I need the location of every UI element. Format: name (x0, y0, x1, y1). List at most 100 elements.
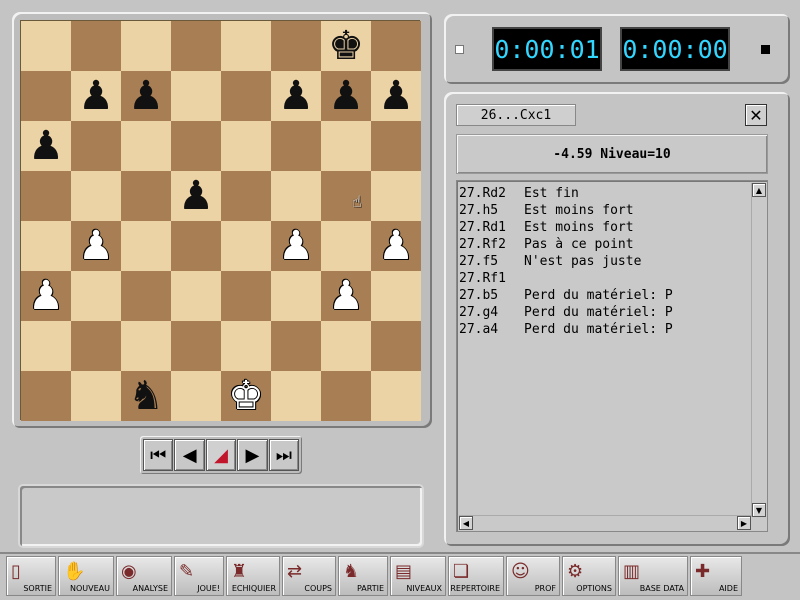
square-h4[interactable]: ♟ (371, 221, 421, 271)
square-a2[interactable] (21, 321, 71, 371)
square-f7[interactable]: ♟ (271, 71, 321, 121)
square-h2[interactable] (371, 321, 421, 371)
chess-board[interactable]: ♚ ♟ ♟ ♟ ♟ ♟ ♟ ♟ ♟ ♟ ♟ ♟ ♟ ♞ ♚ (20, 20, 421, 421)
square-b6[interactable] (71, 121, 121, 171)
list-item[interactable]: 27.Rd1 Est moins fort (459, 219, 751, 236)
square-d4[interactable] (171, 221, 221, 271)
square-h7[interactable]: ♟ (371, 71, 421, 121)
square-e1[interactable]: ♚ (221, 371, 271, 421)
square-a4[interactable] (21, 221, 71, 271)
list-item[interactable]: 27.Rd2 Est fin (459, 185, 751, 202)
black-pawn-icon[interactable]: ♟ (178, 176, 214, 216)
square-d6[interactable] (171, 121, 221, 171)
square-h8[interactable] (371, 21, 421, 71)
next-move-button[interactable]: ▶ (237, 439, 268, 471)
square-g6[interactable] (321, 121, 371, 171)
square-h3[interactable] (371, 271, 421, 321)
square-f8[interactable] (271, 21, 321, 71)
square-h1[interactable] (371, 371, 421, 421)
toolbar-sortie-button[interactable]: ▯ SORTIE (6, 556, 56, 596)
square-a7[interactable] (21, 71, 71, 121)
square-b1[interactable] (71, 371, 121, 421)
list-item[interactable]: 27.Rf2 Pas à ce point (459, 236, 751, 253)
square-a8[interactable] (21, 21, 71, 71)
square-g2[interactable] (321, 321, 371, 371)
list-item[interactable]: 27.Rf1 (459, 270, 751, 287)
square-a6[interactable]: ♟ (21, 121, 71, 171)
toolbar-analyse-button[interactable]: ◉ ANALYSE (116, 556, 172, 596)
square-c4[interactable] (121, 221, 171, 271)
white-pawn-icon[interactable]: ♟ (28, 276, 64, 316)
black-pawn-icon[interactable]: ♟ (328, 76, 364, 116)
square-c1[interactable]: ♞ (121, 371, 171, 421)
toolbar-aide-button[interactable]: ✚ AIDE (690, 556, 742, 596)
black-king-icon[interactable]: ♚ (328, 26, 364, 66)
square-b3[interactable] (71, 271, 121, 321)
square-a1[interactable] (21, 371, 71, 421)
square-h6[interactable] (371, 121, 421, 171)
list-item[interactable]: 27.g4 Perd du matériel: P (459, 304, 751, 321)
square-b8[interactable] (71, 21, 121, 71)
analysis-move-list[interactable]: 27.Rd2 Est fin 27.h5 Est moins fort 27.Rd1 Es… (456, 180, 768, 532)
horizontal-scrollbar[interactable]: ◀ ▶ (459, 515, 751, 530)
black-pawn-icon[interactable]: ♟ (278, 76, 314, 116)
square-e3[interactable] (221, 271, 271, 321)
white-pawn-icon[interactable]: ♟ (278, 226, 314, 266)
square-g4[interactable] (321, 221, 371, 271)
square-f5[interactable] (271, 171, 321, 221)
close-button[interactable]: ✕ (745, 104, 767, 126)
square-b5[interactable] (71, 171, 121, 221)
last-move-tab[interactable]: 26...Cxc1 (456, 104, 576, 126)
black-pawn-icon[interactable]: ♟ (128, 76, 164, 116)
previous-move-button[interactable]: ◀ (174, 439, 205, 471)
square-e5[interactable] (221, 171, 271, 221)
toolbar-nouveau-button[interactable]: ✋ NOUVEAU (58, 556, 114, 596)
toolbar-echiquier-button[interactable]: ♜ ECHIQUIER (226, 556, 280, 596)
square-g1[interactable] (321, 371, 371, 421)
square-d3[interactable] (171, 271, 221, 321)
square-f4[interactable]: ♟ (271, 221, 321, 271)
square-b4[interactable]: ♟ (71, 221, 121, 271)
toolbar-options-button[interactable]: ⚙ OPTIONS (562, 556, 616, 596)
take-back-button[interactable]: ◢ (205, 439, 237, 471)
square-f3[interactable] (271, 271, 321, 321)
square-f6[interactable] (271, 121, 321, 171)
list-item[interactable]: 27.h5 Est moins fort (459, 202, 751, 219)
toolbar-partie-button[interactable]: ♞ PARTIE (338, 556, 388, 596)
square-c7[interactable]: ♟ (121, 71, 171, 121)
square-g8[interactable]: ♚ (321, 21, 371, 71)
first-move-button[interactable]: ⏮ (143, 439, 174, 471)
square-d8[interactable] (171, 21, 221, 71)
list-item[interactable]: 27.a4 Perd du matériel: P (459, 321, 751, 338)
white-pawn-icon[interactable]: ♟ (378, 226, 414, 266)
black-pawn-icon[interactable]: ♟ (378, 76, 414, 116)
black-pawn-icon[interactable]: ♟ (78, 76, 114, 116)
toolbar-joue-button[interactable]: ✎ JOUE! (174, 556, 224, 596)
square-g3[interactable]: ♟ (321, 271, 371, 321)
square-b2[interactable] (71, 321, 121, 371)
black-knight-icon[interactable]: ♞ (128, 376, 164, 416)
toolbar-base-data-button[interactable]: ▥ BASE DATA (618, 556, 688, 596)
square-d1[interactable] (171, 371, 221, 421)
square-c3[interactable] (121, 271, 171, 321)
square-e4[interactable] (221, 221, 271, 271)
square-c6[interactable] (121, 121, 171, 171)
white-pawn-icon[interactable]: ♟ (78, 226, 114, 266)
square-f1[interactable] (271, 371, 321, 421)
square-g7[interactable]: ♟ (321, 71, 371, 121)
vertical-scrollbar[interactable]: ▲ ▼ (751, 183, 766, 517)
list-item[interactable]: 27.b5 Perd du matériel: P (459, 287, 751, 304)
scroll-up-icon[interactable]: ▲ (752, 183, 766, 197)
list-item[interactable]: 27.f5 N'est pas juste (459, 253, 751, 270)
square-b7[interactable]: ♟ (71, 71, 121, 121)
square-e7[interactable] (221, 71, 271, 121)
square-g5[interactable] (321, 171, 371, 221)
white-king-icon[interactable]: ♚ (228, 376, 264, 416)
square-f2[interactable] (271, 321, 321, 371)
square-d5[interactable]: ♟ (171, 171, 221, 221)
square-c5[interactable] (121, 171, 171, 221)
last-move-button[interactable]: ⏭ (268, 439, 300, 471)
square-e8[interactable] (221, 21, 271, 71)
square-d2[interactable] (171, 321, 221, 371)
square-c8[interactable] (121, 21, 171, 71)
